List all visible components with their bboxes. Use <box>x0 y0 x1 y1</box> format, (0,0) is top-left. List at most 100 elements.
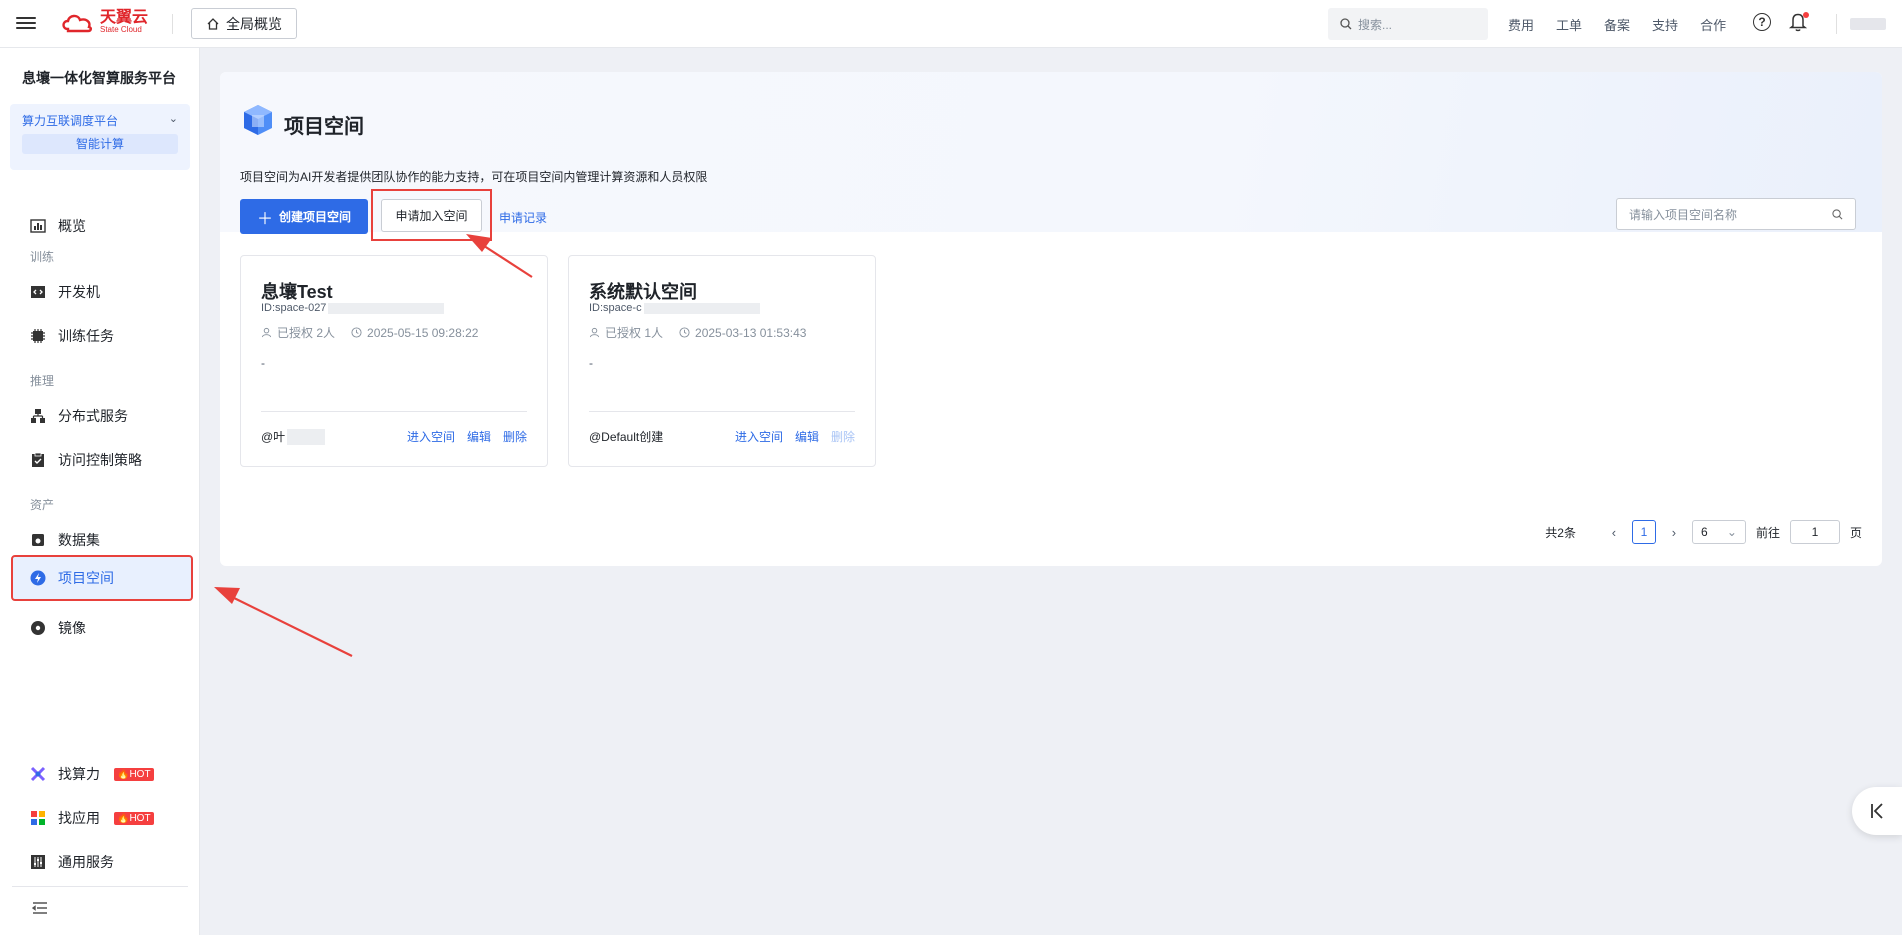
platform-selector[interactable]: 算力互联调度平台 ⌄ 智能计算 <box>10 104 190 170</box>
pagination: 共2条 ‹ 1 › 6 ⌄ 前往 1 页 <box>1545 520 1862 544</box>
sidebar-item-image[interactable]: 镜像 <box>12 608 192 648</box>
sidebar-item-label: 训练任务 <box>58 328 114 344</box>
sidebar-item-devbox[interactable]: 开发机 <box>12 272 192 312</box>
space-id: ID:space-c <box>589 302 760 314</box>
database-icon <box>30 532 46 548</box>
authorized-count: 已授权 2人 <box>261 324 335 341</box>
goto-page-input[interactable]: 1 <box>1789 520 1840 544</box>
delete-link-disabled: 删除 <box>830 430 855 444</box>
space-id: ID:space-027 <box>261 302 445 314</box>
created-text: 2025-03-13 01:53:43 <box>695 325 807 340</box>
created-time: 2025-03-13 01:53:43 <box>679 324 806 341</box>
sidebar-item-access-policy[interactable]: 访问控制策略 <box>12 440 192 480</box>
app-grid-icon <box>30 810 46 826</box>
goto-suffix: 页 <box>1849 525 1862 540</box>
collapse-sidebar-icon[interactable] <box>31 900 48 916</box>
sidebar-item-find-app[interactable]: 找应用 🔥HOT <box>12 798 192 838</box>
sidebar-item-distributed[interactable]: 分布式服务 <box>12 396 192 436</box>
edit-link[interactable]: 编辑 <box>467 428 491 445</box>
nav-section-asset: 资产 <box>30 498 55 512</box>
page-number[interactable]: 1 <box>1631 520 1656 544</box>
authorized-count: 已授权 1人 <box>589 324 663 341</box>
total-count: 共2条 <box>1545 525 1576 540</box>
project-space-cube-icon <box>240 102 276 138</box>
next-page-icon[interactable]: › <box>1666 525 1682 540</box>
plus-icon: ＋ <box>256 210 273 228</box>
code-window-icon <box>30 284 46 300</box>
global-overview-button[interactable]: 全局概览 <box>191 8 297 39</box>
create-button-label: 创建项目空间 <box>279 210 352 224</box>
hot-badge: 🔥HOT <box>114 767 154 781</box>
top-link-ticket[interactable]: 工单 <box>1556 15 1582 34</box>
platform-sub-tab[interactable]: 智能计算 <box>22 134 178 154</box>
global-search-input[interactable]: 搜索... <box>1328 8 1488 40</box>
divider <box>172 14 173 34</box>
prev-page-icon[interactable]: ‹ <box>1606 525 1622 540</box>
edit-link[interactable]: 编辑 <box>795 428 819 445</box>
lightning-circle-icon <box>30 570 46 586</box>
page-title: 项目空间 <box>284 116 364 138</box>
delete-link[interactable]: 删除 <box>503 428 527 445</box>
apply-record-link[interactable]: 申请记录 <box>499 209 547 226</box>
sidebar-item-overview[interactable]: 概览 <box>12 206 192 246</box>
space-owner: @Default创建 <box>589 430 664 444</box>
help-icon[interactable]: ? <box>1753 13 1771 31</box>
search-icon <box>1340 18 1352 30</box>
created-text: 2025-05-15 09:28:22 <box>367 325 479 340</box>
top-link-billing[interactable]: 费用 <box>1508 15 1534 34</box>
authorized-text: 已授权 1人 <box>605 326 664 340</box>
space-name: 息壤Test <box>261 282 333 302</box>
space-meta: 已授权 2人 2025-05-15 09:28:22 <box>261 324 478 341</box>
space-owner: @叶 <box>261 428 326 445</box>
menu-icon[interactable] <box>16 14 36 34</box>
sidebar-item-label: 概览 <box>58 218 86 234</box>
goto-prefix: 前往 <box>1755 525 1780 540</box>
home-icon <box>207 17 219 30</box>
search-icon <box>1832 208 1843 219</box>
chevron-down-icon: ⌄ <box>1726 525 1737 539</box>
sidebar-item-label: 开发机 <box>58 284 100 300</box>
sidebar-item-general-service[interactable]: 通用服务 <box>12 842 192 882</box>
compute-sparkle-icon <box>30 766 46 782</box>
sidebar-item-label: 镜像 <box>58 620 86 636</box>
sidebar-item-train-task[interactable]: 训练任务 <box>12 316 192 356</box>
global-search-placeholder: 搜索... <box>1358 17 1393 32</box>
cloud-logo-icon <box>62 14 92 33</box>
bar-chart-icon <box>30 218 46 234</box>
authorized-text: 已授权 2人 <box>277 326 336 340</box>
enter-space-link[interactable]: 进入空间 <box>735 428 783 445</box>
chip-icon <box>30 328 46 344</box>
create-project-space-button[interactable]: ＋ 创建项目空间 <box>240 199 368 234</box>
user-avatar[interactable] <box>1850 18 1886 30</box>
hot-badge: 🔥HOT <box>114 811 154 825</box>
user-icon <box>261 327 272 338</box>
logo[interactable]: 天翼云 State Cloud <box>60 10 148 34</box>
top-navigation-bar: 天翼云 State Cloud 全局概览 搜索... 费用 工单 备案 支持 合… <box>0 0 1902 48</box>
project-space-panel: 项目空间 项目空间为AI开发者提供团队协作的能力支持，可在项目空间内管理计算资源… <box>220 72 1882 566</box>
space-actions: 进入空间 编辑 删除 <box>735 428 855 445</box>
hierarchy-icon <box>30 408 46 424</box>
top-link-filing[interactable]: 备案 <box>1604 15 1630 34</box>
sidebar: 息壤一体化智算服务平台 算力互联调度平台 ⌄ 智能计算 概览 训练 开发机 训练… <box>0 48 200 935</box>
sidebar-item-dataset[interactable]: 数据集 <box>12 520 192 560</box>
space-card[interactable]: 系统默认空间 ID:space-c 已授权 1人 2025-03-13 01:5… <box>568 255 876 467</box>
sidebar-item-find-compute[interactable]: 找算力 🔥HOT <box>12 754 192 794</box>
space-description: - <box>261 356 265 370</box>
top-link-support[interactable]: 支持 <box>1652 15 1678 34</box>
logo-subtext: State Cloud <box>100 25 142 34</box>
top-link-partner[interactable]: 合作 <box>1700 15 1726 34</box>
created-time: 2025-05-15 09:28:22 <box>351 324 478 341</box>
notification-bell-icon[interactable] <box>1788 12 1809 32</box>
space-name-search-input[interactable]: 请输入项目空间名称 <box>1616 198 1856 230</box>
collapse-panel-button[interactable] <box>1852 787 1902 835</box>
sidebar-item-label: 找算力 <box>58 766 100 782</box>
sidebar-item-project-space[interactable]: 项目空间 <box>11 555 193 601</box>
apply-join-space-button[interactable]: 申请加入空间 <box>381 199 482 232</box>
sidebar-item-label: 分布式服务 <box>58 408 128 424</box>
enter-space-link[interactable]: 进入空间 <box>407 428 455 445</box>
page-size-select[interactable]: 6 ⌄ <box>1691 520 1746 544</box>
clock-icon <box>351 327 362 338</box>
page-description: 项目空间为AI开发者提供团队协作的能力支持，可在项目空间内管理计算资源和人员权限 <box>240 170 708 184</box>
space-card[interactable]: 息壤Test ID:space-027 已授权 2人 2025-05-15 09… <box>240 255 548 467</box>
nav-section-train: 训练 <box>30 250 55 264</box>
